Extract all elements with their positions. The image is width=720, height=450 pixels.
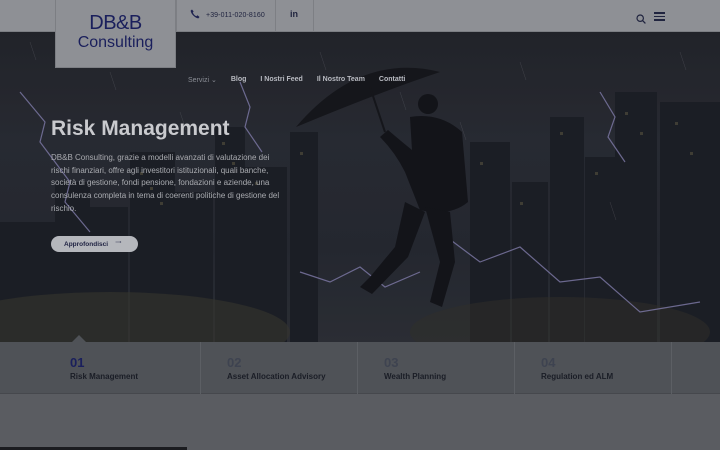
arrow-right-icon <box>115 241 122 243</box>
tab-wealth-planning[interactable]: 03 Wealth Planning <box>358 342 515 394</box>
divider <box>275 0 276 32</box>
slider-tabs: 01 Risk Management 02 Asset Allocation A… <box>0 335 720 394</box>
learn-more-button[interactable]: Approfondisci <box>51 236 138 252</box>
learn-more-label: Approfondisci <box>64 240 109 248</box>
hamburger-menu-icon[interactable] <box>654 12 665 21</box>
tab-regulation-alm[interactable]: 04 Regulation ed ALM <box>515 342 672 394</box>
tab-label: Asset Allocation Advisory <box>227 372 326 381</box>
tab-risk-management[interactable]: 01 Risk Management <box>44 335 201 394</box>
hero-description: DB&B Consulting, grazie a modelli avanza… <box>51 153 280 213</box>
hero-title: Risk Management <box>51 117 230 140</box>
linkedin-icon[interactable]: in <box>290 9 298 19</box>
main-navigation: Servizi ⌄ Blog I Nostri Feed Il Nostro T… <box>188 76 419 84</box>
phone-number: +39-011-020-8160 <box>206 11 265 19</box>
phone-link[interactable]: +39-011-020-8160 <box>190 9 265 21</box>
tab-number: 04 <box>541 355 556 370</box>
phone-icon <box>190 9 200 21</box>
hero-slider: Servizi ⌄ Blog I Nostri Feed Il Nostro T… <box>0 32 720 342</box>
logo[interactable]: DB&B Consulting <box>55 0 176 68</box>
nav-item-blog[interactable]: Blog <box>231 76 247 84</box>
chevron-down-icon: ⌄ <box>210 77 217 84</box>
tab-label: Wealth Planning <box>384 372 447 381</box>
divider <box>313 0 314 32</box>
search-icon[interactable] <box>636 11 646 24</box>
logo-line-1: DB&B <box>89 12 142 34</box>
tab-number: 01 <box>70 355 85 370</box>
nav-item-contatti[interactable]: Contatti <box>379 76 405 84</box>
tab-label: Risk Management <box>70 372 139 381</box>
divider <box>176 0 177 32</box>
tab-number: 03 <box>384 355 399 370</box>
tab-number: 02 <box>227 355 242 370</box>
nav-item-team[interactable]: Il Nostro Team <box>317 76 365 84</box>
nav-item-servizi[interactable]: Servizi ⌄ <box>188 76 217 84</box>
nav-item-feed[interactable]: I Nostri Feed <box>260 76 302 84</box>
tab-label: Regulation ed ALM <box>541 372 614 381</box>
content-area <box>0 394 720 450</box>
logo-line-2: Consulting <box>77 34 154 51</box>
tab-asset-allocation[interactable]: 02 Asset Allocation Advisory <box>201 342 358 394</box>
